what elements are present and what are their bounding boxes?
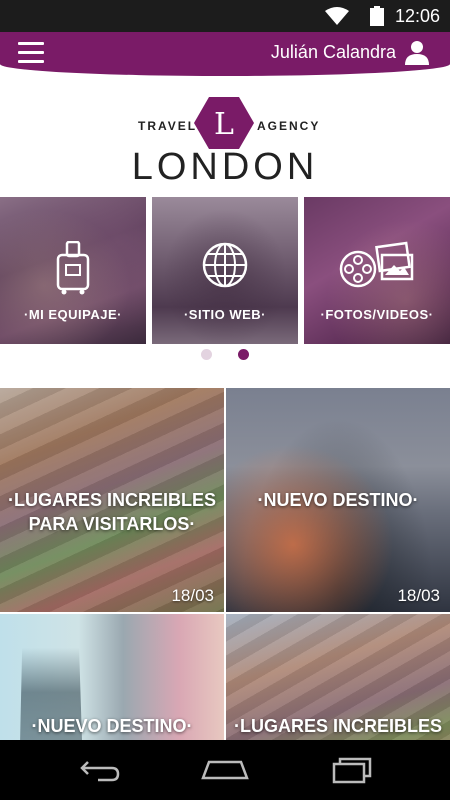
back-icon[interactable]: [78, 756, 122, 784]
shortcut-sitio-web[interactable]: ·SITIO WEB·: [152, 197, 298, 344]
luggage-icon: [56, 241, 90, 295]
recents-icon[interactable]: [330, 756, 374, 784]
home-icon[interactable]: [201, 756, 249, 784]
card-date: 18/03: [171, 586, 214, 605]
user-icon[interactable]: [404, 39, 430, 65]
card-title: ·LUGARES INCREIBLES: [233, 716, 442, 736]
globe-icon: [202, 242, 248, 288]
system-nav-bar: [0, 740, 450, 800]
card-title: ·LUGARES INCREIBLES PARA VISITARLOS·: [7, 490, 216, 534]
news-card[interactable]: ·NUEVO DESTINO· 18/03: [226, 388, 450, 612]
news-card[interactable]: ·LUGARES INCREIBLES: [226, 614, 450, 740]
shortcut-carousel[interactable]: ·MI EQUIPAJE· ·SITIO WEB· ·FOTOS/VIDEOS·: [0, 197, 450, 344]
logo-city: LONDON: [131, 146, 319, 188]
shortcut-label: ·MI EQUIPAJE·: [24, 307, 122, 322]
logo-agency-text: AGENCY: [257, 119, 321, 133]
battery-icon: [370, 6, 384, 26]
shortcut-fotos-videos[interactable]: ·FOTOS/VIDEOS·: [304, 197, 450, 344]
pager-dot-2-active[interactable]: [238, 349, 249, 360]
shortcut-label: ·SITIO WEB·: [183, 307, 267, 322]
carousel-pager: [0, 349, 450, 361]
shortcut-mi-equipaje[interactable]: ·MI EQUIPAJE·: [0, 197, 146, 344]
card-date: 18/03: [397, 586, 440, 605]
shortcut-label: ·FOTOS/VIDEOS·: [320, 307, 434, 322]
clock: 12:06: [394, 6, 440, 26]
logo-hexagon: L: [194, 97, 254, 149]
pager-dot-1[interactable]: [201, 349, 212, 360]
logo-travel-text: TRAVEL: [138, 119, 198, 133]
logo-letter: L: [214, 107, 234, 142]
user-name[interactable]: Julián Calandra: [271, 42, 396, 63]
agency-logo: TRAVEL L AGENCY LONDON: [0, 96, 450, 196]
news-grid: ·LUGARES INCREIBLES PARA VISITARLOS· 18/…: [0, 388, 450, 740]
menu-icon[interactable]: [18, 42, 44, 64]
card-title: ·NUEVO DESTINO·: [31, 716, 193, 736]
status-bar: 12:06: [0, 0, 450, 32]
card-title: ·NUEVO DESTINO·: [257, 490, 419, 510]
news-card[interactable]: ·NUEVO DESTINO·: [0, 614, 224, 740]
app-bar: Julián Calandra: [0, 32, 450, 76]
news-card[interactable]: ·LUGARES INCREIBLES PARA VISITARLOS· 18/…: [0, 388, 224, 612]
photos-videos-icon: [339, 241, 414, 288]
wifi-icon: [325, 7, 349, 25]
